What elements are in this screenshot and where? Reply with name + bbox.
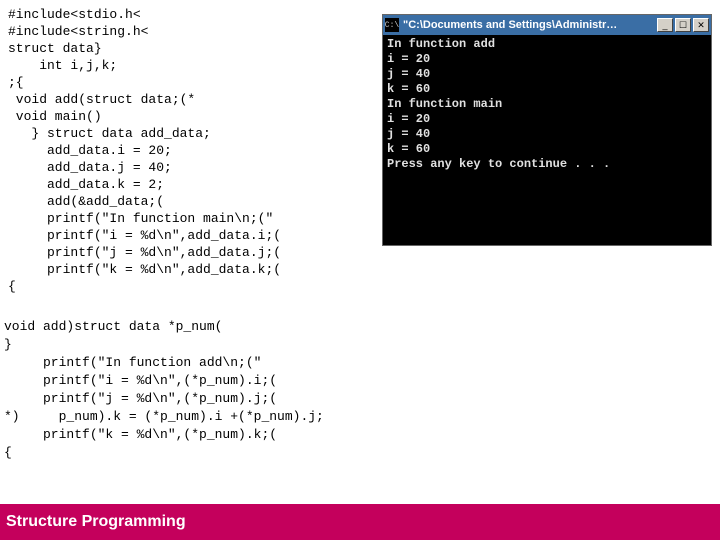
source-code-bottom: void add)struct data *p_num( } printf("I… (4, 318, 374, 462)
console-app-icon: C:\ (385, 18, 399, 32)
maximize-button[interactable]: ☐ (675, 18, 691, 32)
source-code-top: #include<stdio.h< #include<string.h< str… (8, 6, 378, 295)
footer-title: Structure Programming (6, 513, 186, 531)
console-window: C:\ "C:\Documents and Settings\Administr… (382, 14, 712, 246)
slide-footer: Structure Programming (0, 504, 720, 540)
console-output: In function add i = 20 j = 40 k = 60 In … (383, 35, 711, 174)
minimize-button[interactable]: _ (657, 18, 673, 32)
console-titlebar: C:\ "C:\Documents and Settings\Administr… (383, 15, 711, 35)
close-button[interactable]: ✕ (693, 18, 709, 32)
console-title: "C:\Documents and Settings\Administr… (403, 19, 655, 31)
